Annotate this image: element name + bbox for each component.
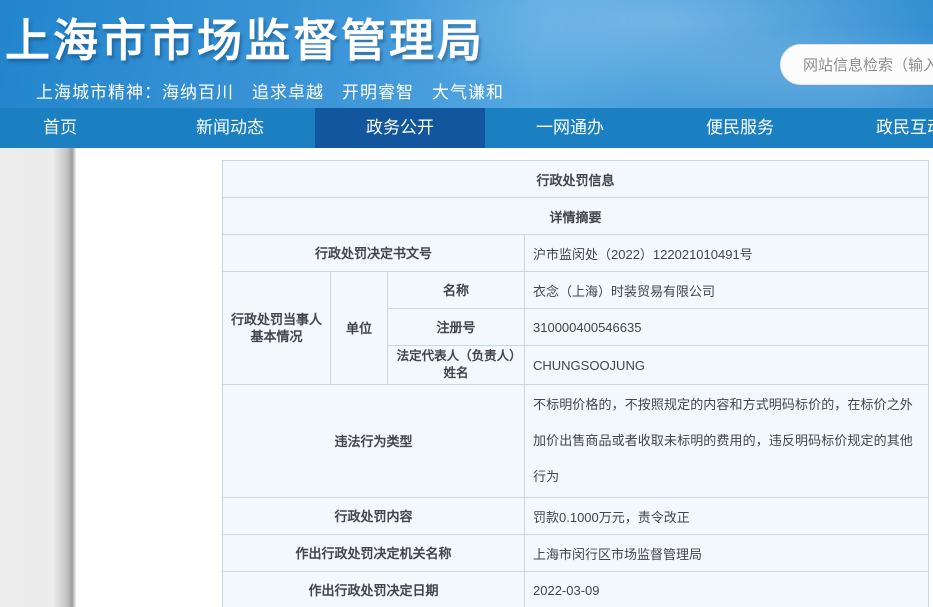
nav-tab-gov-info[interactable]: 政务公开: [315, 108, 485, 148]
table-subtitle: 详情摘要: [223, 198, 929, 235]
value-violation-type: 不标明价格的，不按照规定的内容和方式明码标价的，在标价之外加价出售商品或者收取未…: [525, 385, 929, 498]
nav-tab-public-interaction[interactable]: 政民互动: [825, 108, 933, 148]
nav-tab-convenience-services[interactable]: 便民服务: [655, 108, 825, 148]
nav-tab-news[interactable]: 新闻动态: [145, 108, 315, 148]
value-authority: 上海市闵行区市场监督管理局: [525, 535, 929, 572]
value-penalty-content: 罚款0.1000万元，责令改正: [525, 498, 929, 535]
page-content: 行政处罚信息 详情摘要 行政处罚决定书文号 沪市监闵处（2022）1220210…: [0, 148, 933, 607]
label-violation-type: 违法行为类型: [223, 385, 525, 498]
site-header: 上海市市场监督管理局 上海城市精神：海纳百川 追求卓越 开明睿智 大气谦和 网站…: [0, 0, 933, 108]
search-placeholder-text: 网站信息检索（输入: [803, 54, 933, 75]
value-name: 衣念（上海）时装贸易有限公司: [525, 272, 929, 309]
table-row: 违法行为类型 不标明价格的，不按照规定的内容和方式明码标价的，在标价之外加价出售…: [223, 385, 929, 498]
label-penalty-content: 行政处罚内容: [223, 498, 525, 535]
label-authority: 作出行政处罚决定机关名称: [223, 535, 525, 572]
table-row: 作出行政处罚决定日期 2022-03-09: [223, 572, 929, 607]
main-nav-inner: 首页 新闻动态 政务公开 一网通办 便民服务 政民互动: [0, 108, 933, 148]
table-row: 行政处罚当事人基本情况 单位 名称 衣念（上海）时装贸易有限公司: [223, 272, 929, 309]
table-row: 作出行政处罚决定机关名称 上海市闵行区市场监督管理局: [223, 535, 929, 572]
table-row: 行政处罚决定书文号 沪市监闵处（2022）122021010491号: [223, 235, 929, 272]
label-legal-rep: 法定代表人（负责人）姓名: [388, 346, 525, 385]
table-row: 行政处罚内容 罚款0.1000万元，责令改正: [223, 498, 929, 535]
label-reg-no: 注册号: [388, 309, 525, 346]
value-reg-no: 310000400546635: [525, 309, 929, 346]
label-name: 名称: [388, 272, 525, 309]
value-doc-no: 沪市监闵处（2022）122021010491号: [525, 235, 929, 272]
nav-tab-home[interactable]: 首页: [0, 108, 145, 148]
table-row: 行政处罚信息: [223, 161, 929, 198]
main-nav: 首页 新闻动态 政务公开 一网通办 便民服务 政民互动: [0, 108, 933, 148]
label-party-section: 行政处罚当事人基本情况: [223, 272, 331, 385]
label-doc-no: 行政处罚决定书文号: [223, 235, 525, 272]
penalty-table: 行政处罚信息 详情摘要 行政处罚决定书文号 沪市监闵处（2022）1220210…: [222, 160, 929, 607]
value-legal-rep: CHUNGSOOJUNG: [525, 346, 929, 385]
site-slogan: 上海城市精神：海纳百川 追求卓越 开明睿智 大气谦和: [36, 78, 504, 103]
label-party-type: 单位: [331, 272, 388, 385]
table-row: 详情摘要: [223, 198, 929, 235]
label-decision-date: 作出行政处罚决定日期: [223, 572, 525, 607]
left-margin-strip: [0, 148, 76, 607]
table-title: 行政处罚信息: [223, 161, 929, 198]
value-decision-date: 2022-03-09: [525, 572, 929, 607]
site-title: 上海市市场监督管理局: [5, 4, 485, 69]
site-search-input[interactable]: 网站信息检索（输入: [780, 44, 933, 85]
nav-tab-one-stop-services[interactable]: 一网通办: [485, 108, 655, 148]
